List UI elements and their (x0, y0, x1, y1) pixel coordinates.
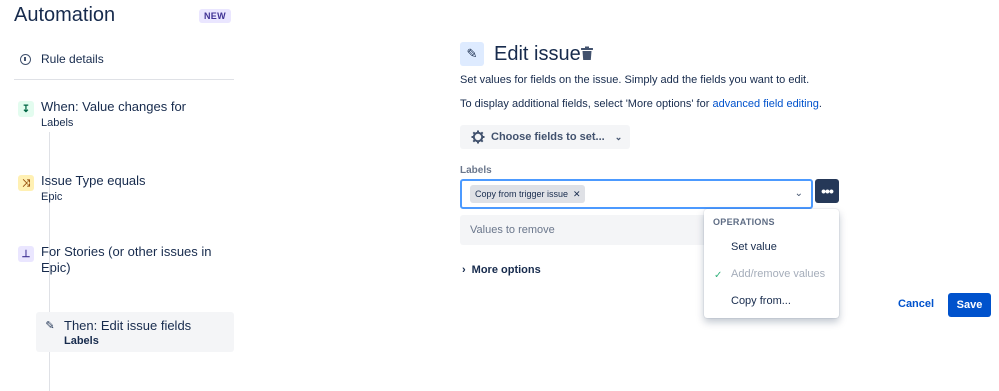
automation-page: Automation NEW Rule details ↧ When: Valu… (0, 0, 999, 391)
dropdown-item-copy-from[interactable]: Copy from... (731, 295, 791, 307)
rule-details-label: Rule details (41, 52, 104, 66)
step-trigger-subtitle: Labels (41, 117, 74, 129)
more-options-toggle[interactable]: › More options (462, 264, 541, 276)
edit-pencil-icon: ✎ (460, 42, 484, 66)
choose-fields-button[interactable]: Choose fields to set... ⌄ (460, 125, 630, 149)
pencil-icon: ✎ (45, 319, 55, 332)
label-chip: Copy from trigger issue ✕ (470, 185, 585, 203)
labels-select-input[interactable]: Copy from trigger issue ✕ ⌄ (460, 179, 813, 209)
trigger-icon: ↧ (18, 101, 34, 117)
desc2-suffix: . (818, 98, 822, 110)
chip-remove-icon[interactable]: ✕ (573, 189, 581, 200)
dropdown-item-set-value[interactable]: Set value (731, 241, 777, 253)
step-edit-subtitle: Labels (64, 335, 99, 347)
gear-icon (471, 130, 485, 144)
step-branch-title-line2: Epic) (41, 260, 71, 275)
operations-dropdown: OPERATIONS Set value ✓ Add/remove values… (704, 209, 839, 318)
more-options-label: More options (471, 264, 541, 276)
trash-icon[interactable] (580, 46, 594, 61)
more-actions-button[interactable]: ••• (815, 179, 839, 203)
desc2-prefix: To display additional fields, select 'Mo… (460, 98, 713, 110)
choose-fields-label: Choose fields to set... (491, 131, 605, 143)
step-edit-title: Then: Edit issue fields (64, 318, 192, 333)
save-button[interactable]: Save (948, 293, 991, 317)
label-chip-text: Copy from trigger issue (475, 189, 569, 199)
condition-icon: ⤨ (18, 175, 34, 191)
branch-icon: ⊥ (18, 246, 34, 262)
app-title: Automation (14, 4, 116, 26)
labels-field-label: Labels (460, 165, 492, 176)
new-badge: NEW (199, 9, 231, 23)
step-condition-subtitle: Epic (41, 191, 63, 203)
check-icon: ✓ (714, 270, 723, 281)
chevron-down-icon[interactable]: ⌄ (795, 188, 803, 199)
step-edit-issue-selected[interactable]: ✎ Then: Edit issue fields Labels (36, 312, 234, 352)
panel-description: Set values for fields on the issue. Simp… (460, 74, 810, 86)
step-condition-title: Issue Type equals (41, 173, 146, 188)
rule-details-link[interactable]: Rule details (20, 52, 104, 66)
panel-description-advanced: To display additional fields, select 'Mo… (460, 98, 822, 110)
cancel-button[interactable]: Cancel (898, 298, 934, 310)
chevron-down-icon: ⌄ (614, 131, 623, 142)
chevron-right-icon: › (462, 264, 466, 276)
panel-title: Edit issue (494, 43, 581, 65)
dropdown-item-add-remove[interactable]: Add/remove values (731, 268, 825, 280)
sidebar-divider (14, 79, 234, 80)
advanced-field-editing-link[interactable]: advanced field editing (712, 98, 818, 110)
step-branch-title-line1: For Stories (or other issues in (41, 244, 212, 259)
dropdown-heading: OPERATIONS (713, 217, 775, 227)
info-icon (20, 53, 31, 65)
step-trigger-title: When: Value changes for (41, 99, 187, 114)
